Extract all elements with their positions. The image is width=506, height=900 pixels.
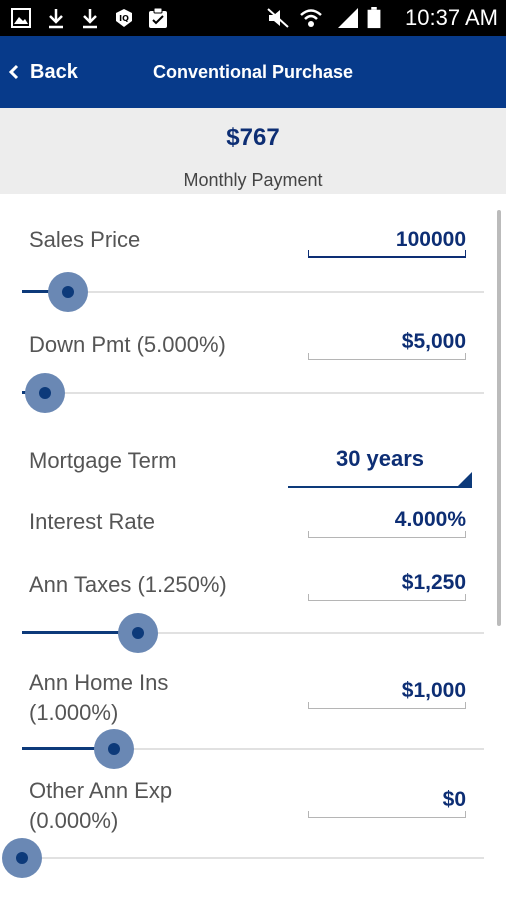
app-bar: Back Conventional Purchase bbox=[0, 36, 506, 108]
mute-icon bbox=[267, 8, 289, 28]
home-insurance-input[interactable]: $1,000 bbox=[308, 679, 466, 709]
status-bar: IQ 10:37 AM bbox=[0, 0, 506, 36]
payment-summary: $767 Monthly Payment bbox=[0, 108, 506, 194]
mortgage-term-value: 30 years bbox=[335, 446, 425, 471]
slider-track bbox=[22, 857, 484, 859]
slider-thumb-dot bbox=[39, 387, 52, 399]
slider-thumb-dot bbox=[16, 852, 28, 864]
interest-rate-input[interactable]: 4.000% bbox=[308, 508, 466, 538]
mortgage-term-select[interactable]: 30 years bbox=[288, 440, 472, 488]
slider-thumb-dot bbox=[131, 627, 144, 639]
sales-price-input[interactable]: 100000 bbox=[308, 228, 466, 258]
other-expenses-input[interactable]: $0 bbox=[308, 788, 466, 818]
down-payment-slider[interactable] bbox=[22, 371, 484, 415]
mortgage-term-label: Mortgage Term bbox=[29, 448, 177, 473]
battery-icon bbox=[367, 7, 381, 29]
down-payment-label: Down Pmt (5.000%) bbox=[29, 332, 226, 357]
gallery-icon bbox=[11, 8, 31, 28]
monthly-payment-label: Monthly Payment bbox=[183, 170, 323, 190]
scrollbar[interactable] bbox=[497, 210, 501, 626]
svg-text:IQ: IQ bbox=[119, 14, 129, 23]
other-expenses-label-line2: (0.000%) bbox=[29, 808, 119, 833]
other-expenses-label-line1: Other Ann Exp bbox=[29, 778, 173, 803]
clipboard-icon bbox=[149, 7, 167, 28]
interest-rate-label: Interest Rate bbox=[29, 509, 155, 534]
slider-track bbox=[22, 392, 484, 394]
page-title: Conventional Purchase bbox=[152, 62, 354, 82]
annual-taxes-label: Ann Taxes (1.250%) bbox=[29, 572, 227, 597]
select-underline bbox=[288, 486, 472, 488]
down-payment-input[interactable]: $5,000 bbox=[308, 330, 466, 360]
annual-taxes-slider[interactable] bbox=[22, 611, 484, 655]
other-expenses-slider[interactable] bbox=[2, 836, 484, 880]
iq-icon: IQ bbox=[116, 9, 132, 27]
clock: 10:37 AM bbox=[405, 5, 498, 30]
home-insurance-label: Ann Home Ins (1.000%) bbox=[29, 668, 168, 728]
sales-price-label: Sales Price bbox=[29, 227, 141, 252]
sales-price-slider[interactable] bbox=[22, 270, 484, 314]
download-icon bbox=[49, 9, 63, 29]
slider-track bbox=[22, 291, 484, 293]
home-insurance-slider[interactable] bbox=[22, 727, 484, 771]
annual-taxes-input[interactable]: $1,250 bbox=[308, 571, 466, 601]
dropdown-triangle-icon bbox=[458, 472, 472, 486]
other-expenses-label: Other Ann Exp (0.000%) bbox=[29, 776, 172, 836]
signal-icon bbox=[338, 8, 358, 28]
monthly-payment-amount: $767 bbox=[226, 124, 280, 151]
home-insurance-label-line1: Ann Home Ins bbox=[29, 670, 169, 695]
home-insurance-label-line2: (1.000%) bbox=[29, 700, 119, 725]
download-icon bbox=[83, 9, 97, 29]
wifi-icon bbox=[300, 9, 322, 27]
